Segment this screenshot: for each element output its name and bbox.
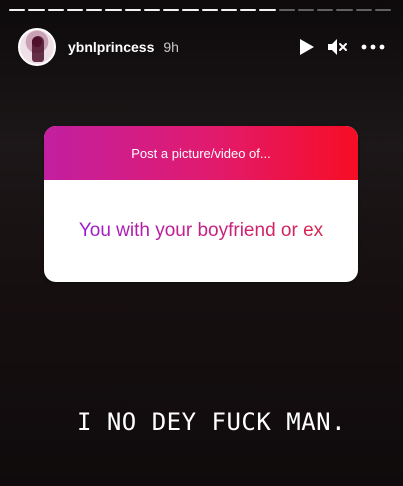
story-progress-segment bbox=[278, 9, 295, 11]
story-header: ybnlprincess 9h bbox=[18, 26, 385, 68]
story-progress-segment bbox=[86, 9, 103, 11]
story-progress-segment bbox=[355, 9, 372, 11]
story-progress-segment bbox=[259, 9, 276, 11]
question-sticker-body: You with your boyfriend or ex bbox=[44, 180, 358, 282]
story-progress-segment bbox=[66, 9, 83, 11]
story-progress-segment bbox=[9, 9, 26, 11]
story-progress-segment bbox=[105, 9, 122, 11]
mute-icon[interactable] bbox=[327, 38, 349, 56]
story-progress-bar bbox=[9, 9, 391, 11]
story-progress-segment bbox=[317, 9, 334, 11]
question-sticker[interactable]: Post a picture/video of... You with your… bbox=[44, 126, 358, 282]
story-progress-segment bbox=[182, 9, 199, 11]
username[interactable]: ybnlprincess bbox=[68, 39, 154, 55]
story-progress-segment bbox=[163, 9, 180, 11]
story-progress-segment bbox=[201, 9, 218, 11]
avatar[interactable] bbox=[18, 28, 56, 66]
story-caption: I NO DEY FUCK MAN. bbox=[76, 408, 347, 436]
story-progress-segment bbox=[374, 9, 391, 11]
question-prompt: Post a picture/video of... bbox=[131, 145, 271, 161]
story-progress-segment bbox=[28, 9, 45, 11]
question-answer: You with your boyfriend or ex bbox=[79, 218, 323, 244]
more-options-icon[interactable] bbox=[361, 44, 385, 50]
story-progress-segment bbox=[47, 9, 64, 11]
question-sticker-header: Post a picture/video of... bbox=[44, 126, 358, 180]
story-controls bbox=[297, 38, 385, 56]
story-progress-segment bbox=[143, 9, 160, 11]
story-progress-segment bbox=[336, 9, 353, 11]
story-progress-segment bbox=[220, 9, 237, 11]
story-progress-segment bbox=[240, 9, 257, 11]
story-progress-segment bbox=[124, 9, 141, 11]
post-time: 9h bbox=[163, 39, 179, 55]
play-icon[interactable] bbox=[297, 38, 315, 56]
story-viewer: ybnlprincess 9h Post a picture/video of.… bbox=[0, 0, 403, 486]
story-progress-segment bbox=[297, 9, 314, 11]
